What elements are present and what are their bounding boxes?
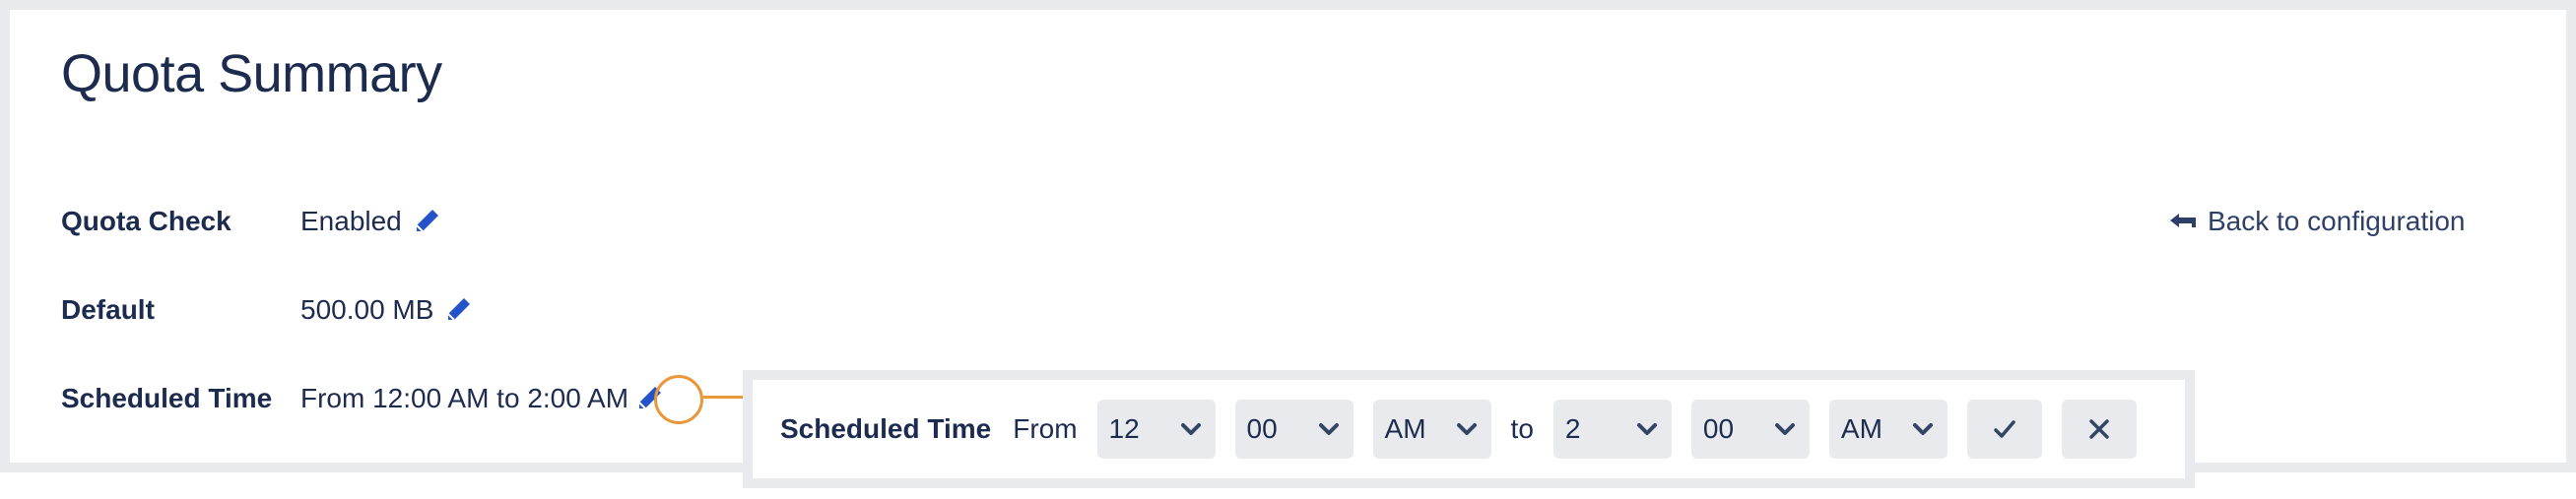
from-period-value: AM [1384,413,1426,444]
page-title: Quota Summary [61,44,442,103]
setting-label: Quota Check [61,206,231,236]
chevron-down-icon [1636,423,1657,435]
edit-default-button[interactable] [443,295,473,325]
pencil-icon [447,298,471,321]
to-period-select[interactable]: AM [1828,400,1948,459]
chevron-down-icon [1180,423,1201,435]
edit-quota-check-button[interactable] [412,207,441,236]
close-icon [2089,419,2109,439]
back-link-label: Back to configuration [2208,206,2466,236]
confirm-button[interactable] [1966,400,2042,459]
setting-value: From 12:00 AM to 2:00 AM [300,383,629,413]
setting-row-default: Default 500.00 MB [61,290,473,330]
to-period-value: AM [1840,413,1882,444]
from-hour-select[interactable]: 12 [1096,400,1216,459]
check-icon [1994,420,2015,438]
setting-label: Default [61,294,155,325]
from-period-select[interactable]: AM [1372,400,1491,459]
highlight-circle [654,375,703,424]
chevron-down-icon [1774,423,1795,435]
setting-row-quota-check: Quota Check Enabled [61,202,441,241]
to-label: to [1510,413,1534,444]
pencil-icon [416,210,438,232]
setting-value: Enabled [300,206,402,236]
back-arrow-icon [2170,214,2196,227]
from-label: From [1013,413,1078,444]
scheduled-time-editor: Scheduled Time From 12 00 AM to 2 00 AM [743,370,2195,488]
chevron-down-icon [1456,423,1477,435]
back-to-configuration-link[interactable]: Back to configuration [2170,202,2466,241]
editor-label: Scheduled Time [780,413,992,444]
cancel-button[interactable] [2061,400,2137,459]
setting-value: 500.00 MB [300,294,434,325]
highlight-connector [703,396,745,399]
to-hour-value: 2 [1564,413,1581,444]
from-minute-value: 00 [1246,413,1278,444]
setting-row-scheduled-time: Scheduled Time From 12:00 AM to 2:00 AM [61,379,664,418]
setting-label: Scheduled Time [61,383,273,413]
from-hour-value: 12 [1108,413,1140,444]
to-hour-select[interactable]: 2 [1552,400,1672,459]
chevron-down-icon [1318,423,1339,435]
from-minute-select[interactable]: 00 [1234,400,1354,459]
chevron-down-icon [1912,423,1933,435]
to-minute-select[interactable]: 00 [1690,400,1810,459]
to-minute-value: 00 [1702,413,1735,444]
